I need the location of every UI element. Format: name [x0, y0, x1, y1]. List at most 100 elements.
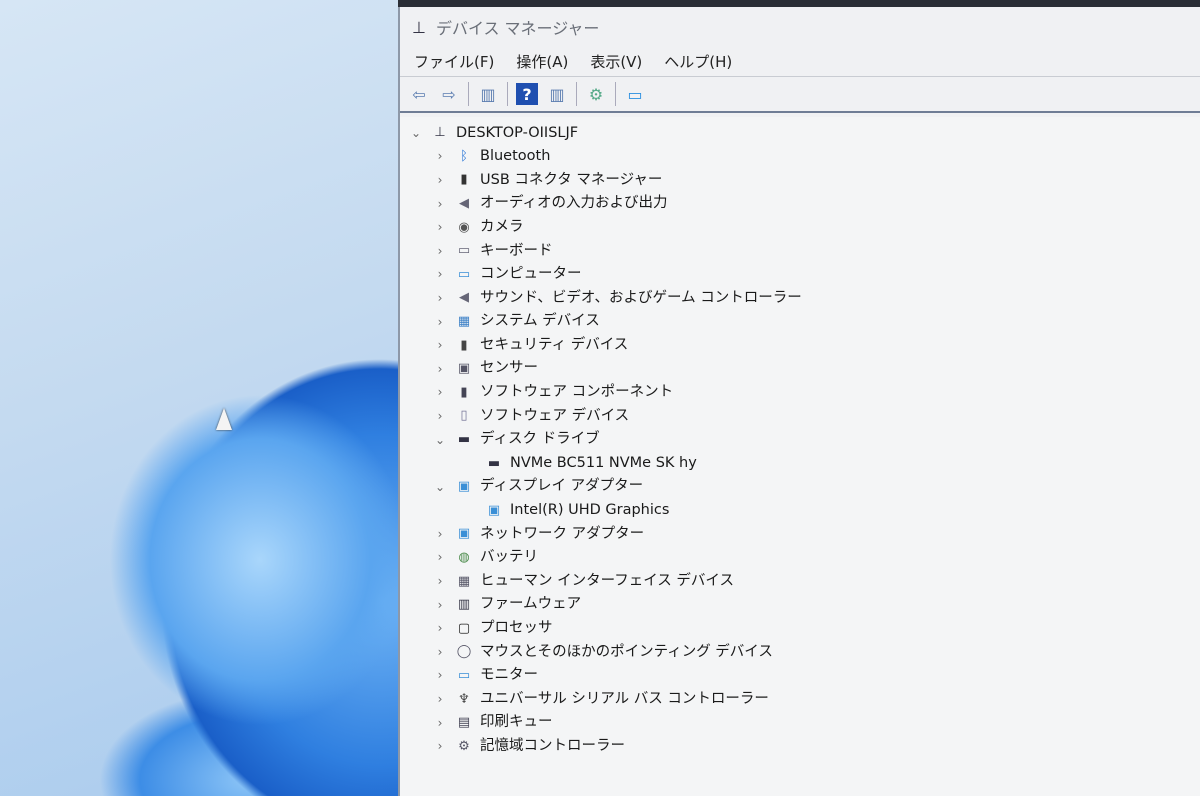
scan-hardware-icon[interactable]: ▭ [624, 83, 646, 105]
chevron-right-icon[interactable]: › [432, 622, 448, 634]
chevron-right-icon[interactable]: › [432, 221, 448, 233]
category-item[interactable]: › ◍ バッテリ [400, 546, 1200, 570]
item-label: センサー [480, 360, 538, 377]
software-device-icon: ▯ [460, 408, 468, 424]
item-label: USB コネクタ マネージャー [480, 171, 663, 188]
sensor-icon: ▣ [457, 361, 471, 377]
chevron-right-icon[interactable]: › [432, 292, 448, 304]
chevron-right-icon[interactable]: › [432, 669, 448, 681]
network-adapter-icon: ▣ [457, 526, 471, 542]
chevron-right-icon[interactable]: › [432, 316, 448, 328]
category-item[interactable]: › ▮ ソフトウェア コンポーネント [400, 381, 1200, 405]
menu-file[interactable]: ファイル(F) [414, 51, 494, 72]
category-item[interactable]: › ▭ モニター [400, 664, 1200, 688]
chevron-right-icon[interactable]: › [432, 717, 448, 729]
chevron-right-icon[interactable]: › [432, 363, 448, 375]
category-item[interactable]: › ▦ ヒューマン インターフェイス デバイス [400, 569, 1200, 593]
chevron-right-icon[interactable]: › [432, 740, 448, 752]
update-driver-icon[interactable]: ⚙ [585, 83, 607, 105]
chevron-right-icon[interactable]: › [432, 268, 448, 280]
category-item[interactable]: › ▣ センサー [400, 357, 1200, 381]
properties-pane-icon[interactable]: ▥ [546, 83, 568, 105]
chevron-right-icon[interactable]: › [432, 575, 448, 587]
category-item[interactable]: ⌄ ▣ ディスプレイ アダプター [400, 475, 1200, 499]
window-title: デバイス マネージャー [435, 19, 600, 38]
chevron-down-icon[interactable]: ⌄ [432, 434, 448, 446]
security-device-icon: ▮ [460, 337, 468, 353]
category-item[interactable]: › ▭ コンピューター [400, 263, 1200, 287]
category-item[interactable]: › ᛒ Bluetooth [400, 145, 1200, 169]
chevron-right-icon[interactable]: › [432, 599, 448, 611]
device-tree: ⌄ ⊥ DESKTOP-OIISLJF › ᛒ Bluetooth › ▮ USB コネク… [400, 117, 1200, 796]
bluetooth-icon: ᛒ [460, 148, 468, 164]
category-item[interactable]: › ◀ オーディオの入力および出力 [400, 192, 1200, 216]
chevron-right-icon[interactable]: › [432, 150, 448, 162]
item-label: サウンド、ビデオ、およびゲーム コントローラー [480, 289, 802, 306]
item-label: ユニバーサル シリアル バス コントローラー [480, 690, 769, 707]
category-item[interactable]: › ▣ ネットワーク アダプター [400, 522, 1200, 546]
category-item[interactable]: › ▭ キーボード [400, 239, 1200, 263]
menu-help[interactable]: ヘルプ(H) [664, 51, 732, 72]
device-item[interactable]: ▬ NVMe BC511 NVMe SK hy [400, 451, 1200, 475]
item-label: コンピューター [480, 266, 582, 283]
item-label: Bluetooth [480, 148, 551, 165]
help-icon[interactable]: ? [516, 83, 538, 105]
computer-icon: ▭ [457, 266, 471, 282]
chevron-right-icon[interactable]: › [432, 693, 448, 705]
speaker-icon: ◀ [459, 196, 469, 212]
mouse-icon: ◯ [456, 644, 472, 660]
category-item[interactable]: › ◯ マウスとそのほかのポインティング デバイス [400, 640, 1200, 664]
display-adapter-icon: ▣ [457, 479, 471, 495]
chevron-right-icon[interactable]: › [432, 174, 448, 186]
category-item[interactable]: › ▮ USB コネクタ マネージャー [400, 168, 1200, 192]
category-item[interactable]: › ▦ システム デバイス [400, 310, 1200, 334]
desktop-wallpaper [0, 0, 398, 796]
chevron-right-icon[interactable]: › [432, 386, 448, 398]
show-hide-console-tree-icon[interactable]: ▥ [477, 83, 499, 105]
back-icon[interactable]: ⇦ [408, 83, 430, 105]
item-label: ディスク ドライブ [480, 431, 600, 448]
category-item[interactable]: › ♆ ユニバーサル シリアル バス コントローラー [400, 687, 1200, 711]
chevron-right-icon[interactable]: › [432, 410, 448, 422]
category-item[interactable]: › ⚙ 記憶域コントローラー [400, 734, 1200, 758]
item-label: 記憶域コントローラー [480, 737, 625, 754]
tree-root[interactable]: ⌄ ⊥ DESKTOP-OIISLJF [400, 121, 1200, 145]
chevron-down-icon[interactable]: ⌄ [408, 127, 424, 139]
chevron-down-icon[interactable]: ⌄ [432, 481, 448, 493]
menu-view[interactable]: 表示(V) [590, 51, 642, 72]
monitor-icon: ▭ [457, 667, 471, 683]
chevron-right-icon[interactable]: › [432, 339, 448, 351]
menu-action[interactable]: 操作(A) [516, 51, 568, 72]
forward-icon[interactable]: ⇨ [438, 83, 460, 105]
firmware-icon: ▥ [457, 597, 471, 613]
chevron-right-icon[interactable]: › [432, 198, 448, 210]
device-manager-window: ⊥ デバイス マネージャー ファイル(F) 操作(A) 表示(V) ヘルプ(H)… [398, 7, 1200, 796]
computer-root-icon: ⊥ [434, 125, 446, 141]
chevron-right-icon[interactable]: › [432, 528, 448, 540]
chevron-right-icon[interactable]: › [432, 551, 448, 563]
item-label: ヒューマン インターフェイス デバイス [480, 572, 734, 589]
item-label: プロセッサ [480, 620, 553, 637]
mouse-cursor [216, 408, 232, 430]
battery-icon: ◍ [458, 549, 470, 565]
item-label: ソフトウェア デバイス [480, 407, 630, 424]
category-item[interactable]: › ◉ カメラ [400, 215, 1200, 239]
item-label: モニター [480, 667, 538, 684]
chevron-right-icon[interactable]: › [432, 245, 448, 257]
item-label: カメラ [480, 218, 524, 235]
chevron-right-icon[interactable]: › [432, 646, 448, 658]
category-item[interactable]: › ▯ ソフトウェア デバイス [400, 404, 1200, 428]
toolbar: ⇦ ⇨ ▥ ? ▥ ⚙ ▭ [400, 77, 1200, 113]
item-label: バッテリ [480, 549, 538, 566]
category-item[interactable]: › ▥ ファームウェア [400, 593, 1200, 617]
software-component-icon: ▮ [460, 384, 468, 400]
category-item[interactable]: › ▤ 印刷キュー [400, 711, 1200, 735]
device-manager-icon: ⊥ [412, 17, 426, 37]
keyboard-icon: ▭ [457, 243, 471, 259]
device-item[interactable]: ▣ Intel(R) UHD Graphics [400, 499, 1200, 523]
category-item[interactable]: › ◀ サウンド、ビデオ、およびゲーム コントローラー [400, 286, 1200, 310]
category-item[interactable]: ⌄ ▬ ディスク ドライブ [400, 428, 1200, 452]
category-item[interactable]: › ▮ セキュリティ デバイス [400, 333, 1200, 357]
toolbar-separator [468, 82, 469, 106]
category-item[interactable]: › ▢ プロセッサ [400, 616, 1200, 640]
